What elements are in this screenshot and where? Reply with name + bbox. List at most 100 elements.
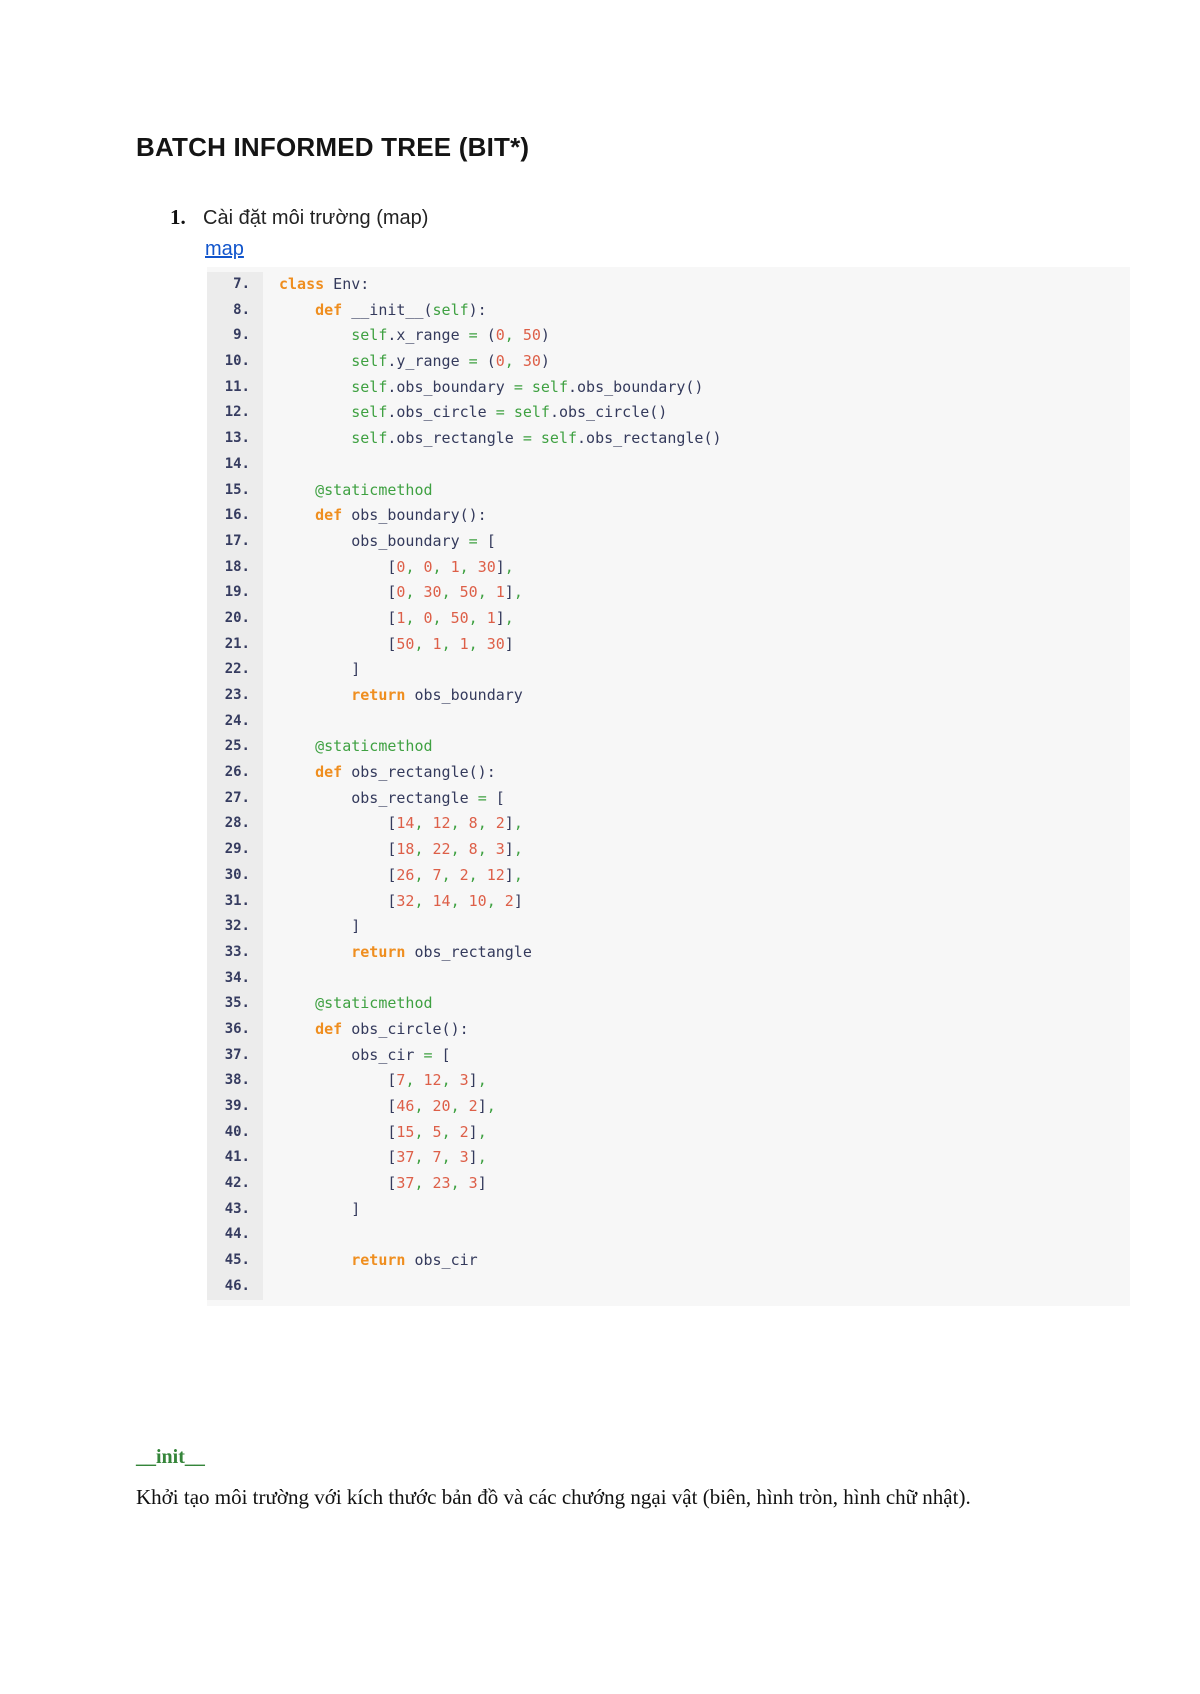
code-token: .x_range: [387, 326, 469, 345]
code-line: 32. ]: [207, 914, 1130, 940]
code-token: 50: [396, 634, 415, 653]
code-token: obs_rectangle():: [342, 763, 496, 782]
line-number: 16.: [207, 503, 263, 529]
line-number: 21.: [207, 631, 263, 658]
code-token: ,: [414, 891, 424, 910]
code-line: 39. [46, 20, 2],: [207, 1094, 1130, 1120]
code-token: [: [486, 788, 505, 807]
line-number: 29.: [207, 837, 263, 863]
code-token: [: [279, 840, 397, 859]
code-token: ,: [441, 583, 451, 602]
line-number: 32.: [207, 914, 263, 940]
code-line: 41. [37, 7, 3],: [207, 1145, 1130, 1172]
code-text: [1, 0, 50, 1],: [263, 606, 514, 632]
line-number: 7.: [207, 272, 263, 298]
code-line: 45. return obs_cir: [207, 1248, 1130, 1274]
code-token: [: [279, 1071, 397, 1090]
code-token: 15: [396, 1122, 415, 1141]
code-token: obs_cir: [279, 1045, 424, 1064]
code-token: 2: [459, 865, 469, 884]
code-token: ,: [477, 1122, 487, 1141]
code-line: 34.: [207, 965, 1130, 992]
code-token: 0: [423, 557, 433, 576]
code-token: ,: [414, 634, 424, 653]
line-number: 42.: [207, 1171, 263, 1197]
code-text: self.y_range = (0, 30): [263, 349, 550, 375]
line-number: 8.: [207, 297, 263, 324]
code-token: 3: [495, 840, 505, 859]
code-token: ,: [477, 814, 487, 833]
code-token: 7: [432, 865, 442, 884]
code-text: [37, 7, 3],: [263, 1145, 487, 1171]
code-token: [: [279, 1122, 397, 1141]
code-text: self.obs_boundary = self.obs_boundary(): [263, 375, 703, 401]
line-number: 27.: [207, 785, 263, 812]
code-token: return: [351, 942, 406, 961]
code-token: [: [279, 1148, 397, 1167]
code-token: .obs_rectangle: [387, 429, 523, 448]
line-number: 11.: [207, 374, 263, 401]
code-token: 32: [396, 891, 415, 910]
code-token: ]: [504, 840, 514, 859]
code-token: .obs_rectangle(): [577, 429, 722, 448]
line-number: 30.: [207, 862, 263, 889]
code-text: @staticmethod: [263, 734, 432, 760]
code-line: 31. [32, 14, 10, 2]: [207, 888, 1130, 915]
document-page: BATCH INFORMED TREE (BIT*) 1. Cài đặt mô…: [0, 0, 1200, 1516]
code-token: self: [351, 403, 388, 422]
code-token: ,: [414, 1122, 424, 1141]
code-token: 23: [432, 1174, 451, 1193]
code-token: ,: [477, 1148, 487, 1167]
code-token: ,: [504, 326, 514, 345]
line-number: 25.: [207, 734, 263, 761]
code-token: =: [477, 788, 487, 807]
code-text: [15, 5, 2],: [263, 1120, 487, 1146]
code-text: [46, 20, 2],: [263, 1094, 495, 1120]
code-token: ,: [459, 557, 469, 576]
code-token: 46: [396, 1097, 415, 1115]
code-token: def: [315, 1019, 343, 1038]
code-token: ,: [477, 583, 487, 602]
line-number: 12.: [207, 400, 263, 427]
code-line: 10. self.y_range = (0, 30): [207, 349, 1130, 375]
code-token: def: [315, 763, 343, 782]
code-line: 35. @staticmethod: [207, 991, 1130, 1017]
code-token: ,: [504, 608, 514, 627]
code-token: def: [315, 506, 343, 525]
map-link[interactable]: map: [205, 238, 244, 260]
link-row: map: [205, 238, 1140, 261]
code-token: 37: [396, 1174, 415, 1193]
code-token: 7: [432, 1148, 442, 1167]
list-item: 1. Cài đặt môi trường (map): [170, 205, 1140, 230]
code-token: 2: [468, 1097, 478, 1115]
line-number: 23.: [207, 683, 263, 709]
code-text: self.x_range = (0, 50): [263, 323, 550, 349]
code-text: return obs_boundary: [263, 683, 523, 709]
code-token: ,: [414, 1174, 424, 1193]
code-token: [: [477, 531, 496, 550]
code-token: ]: [279, 1199, 361, 1218]
code-token: ,: [450, 1097, 460, 1115]
line-number: 28.: [207, 811, 263, 838]
code-token: return: [351, 1251, 406, 1270]
code-line: 27. obs_rectangle = [: [207, 785, 1130, 812]
code-token: 12: [486, 865, 505, 884]
code-token: ]: [504, 865, 514, 884]
code-token: ,: [468, 865, 478, 884]
